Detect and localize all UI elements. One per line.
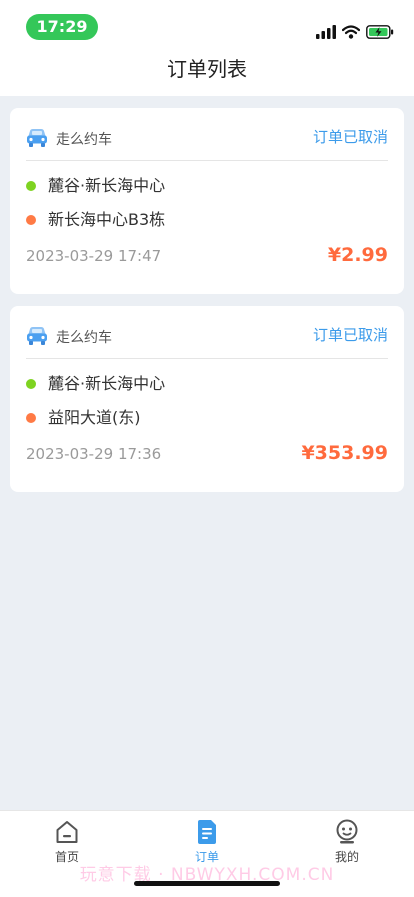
start-location-text: 麓谷·新长海中心 — [48, 176, 166, 195]
end-location: 新长海中心B3栋 — [26, 208, 165, 232]
tab-profile-label: 我的 — [334, 850, 359, 864]
top-area: 17:29 订单列表 — [0, 0, 414, 96]
order-card[interactable]: 走么约车 订单已取消 麓谷·新长海中心 新长海中心B3栋 2023-03-29 … — [10, 108, 404, 294]
profile-icon — [336, 819, 358, 844]
order-time: 2023-03-29 17:47 — [26, 247, 162, 265]
order-status: 订单已取消 — [312, 326, 388, 344]
home-icon — [56, 821, 78, 843]
start-location: 麓谷·新长海中心 — [26, 174, 165, 198]
tab-orders[interactable]: 订单 — [167, 819, 247, 865]
start-dot-icon — [26, 379, 36, 389]
order-price: ¥353.99 — [301, 442, 388, 464]
tab-home-label: 首页 — [54, 850, 79, 864]
page-title: 订单列表 — [167, 57, 247, 81]
start-location: 麓谷·新长海中心 — [26, 372, 165, 396]
wifi-icon — [342, 25, 360, 39]
order-document-icon — [198, 820, 216, 844]
start-location-text: 麓谷·新长海中心 — [48, 374, 166, 393]
car-icon — [27, 327, 47, 345]
end-location-text: 益阳大道(东) — [48, 408, 141, 427]
battery-charging-icon — [366, 25, 394, 39]
start-dot-icon — [26, 181, 36, 191]
order-price: ¥2.99 — [327, 244, 388, 266]
service-name: 走么约车 — [56, 330, 112, 346]
status-icons — [316, 22, 394, 42]
order-card-header: 走么约车 订单已取消 — [26, 124, 388, 161]
order-card[interactable]: 走么约车 订单已取消 麓谷·新长海中心 益阳大道(东) 2023-03-29 1… — [10, 306, 404, 492]
end-dot-icon — [26, 413, 36, 423]
status-bar: 17:29 — [0, 0, 414, 50]
end-dot-icon — [26, 215, 36, 225]
car-icon — [27, 129, 47, 147]
tab-orders-label: 订单 — [194, 850, 219, 864]
end-location: 益阳大道(东) — [26, 406, 141, 430]
end-location-text: 新长海中心B3栋 — [48, 210, 166, 229]
signal-icon — [316, 25, 336, 39]
tab-profile[interactable]: 我的 — [307, 819, 387, 865]
status-time: 17:29 — [26, 14, 98, 40]
tab-home[interactable]: 首页 — [27, 819, 107, 865]
order-status: 订单已取消 — [312, 128, 388, 146]
order-card-header: 走么约车 订单已取消 — [26, 322, 388, 359]
service-name: 走么约车 — [56, 132, 112, 148]
home-indicator — [134, 881, 280, 886]
order-time: 2023-03-29 17:36 — [26, 445, 162, 463]
